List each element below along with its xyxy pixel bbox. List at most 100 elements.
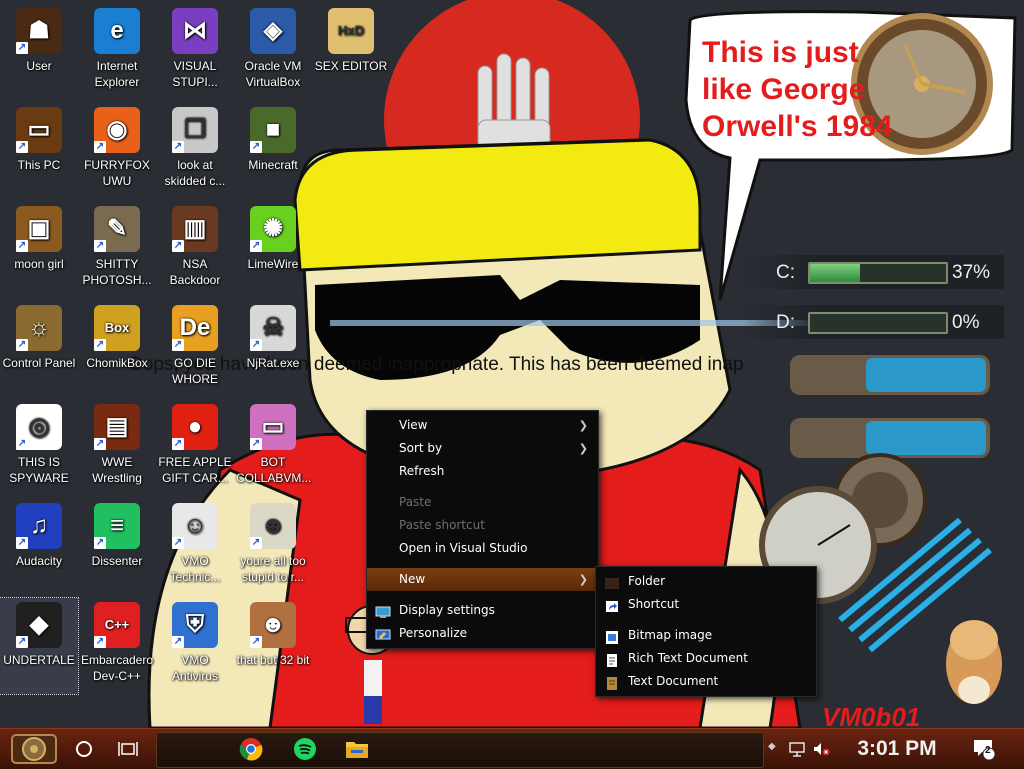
desktop-icon-minecraft[interactable]: ■ ↗ Minecraft bbox=[234, 103, 312, 199]
new-item-folder[interactable]: Folder bbox=[596, 570, 816, 593]
network-icon bbox=[789, 742, 805, 757]
shortcut-arrow-icon: ↗ bbox=[16, 636, 28, 648]
display-settings-icon bbox=[375, 604, 391, 618]
desktop-icon-label: THIS IS SPYWARE bbox=[9, 455, 69, 485]
desktop-icon-youre-all-too-stupid-to-r[interactable]: ☻ ↗ youre all too stupid to r... bbox=[234, 499, 312, 595]
monitor-icon: ▭ ↗ bbox=[250, 404, 296, 450]
desktop-icon-oracle-vm-virtualbox[interactable]: ◈ Oracle VM VirtualBox bbox=[234, 4, 312, 100]
menu-item-view[interactable]: View ❯ bbox=[367, 414, 598, 437]
network-tray[interactable] bbox=[786, 733, 808, 765]
action-center-button[interactable]: 2 bbox=[966, 733, 1002, 765]
desktop-icon-label: VISUAL STUPI... bbox=[172, 59, 218, 89]
desktop-icon-undertale[interactable]: ◆ ↗ UNDERTALE bbox=[0, 597, 79, 695]
menu-item-label: View bbox=[399, 418, 428, 432]
shield-icon: ⛨ ↗ bbox=[172, 602, 218, 648]
desktop-icon-vmo-technic[interactable]: ☺ ↗ VMO Technic... bbox=[156, 499, 234, 595]
desktop-icon-audacity[interactable]: ♫ ↗ Audacity bbox=[0, 499, 78, 595]
clock[interactable]: 3:01 PM bbox=[842, 734, 952, 764]
desktop-icon-shitty-photosh[interactable]: ✎ ↗ SHITTY PHOTOSH... bbox=[78, 202, 156, 298]
desktop-icon-that-but-32-bit[interactable]: ☻ ↗ that but 32 bit bbox=[234, 598, 312, 694]
desktop-icon-sex-editor[interactable]: HxD SEX EDITOR bbox=[312, 4, 390, 100]
desktop-icon-dissenter[interactable]: ≡ ↗ Dissenter bbox=[78, 499, 156, 595]
new-item-shortcut[interactable]: Shortcut bbox=[596, 593, 816, 616]
desktop-icon-label: User bbox=[26, 59, 52, 73]
menu-item-label: Folder bbox=[628, 574, 666, 588]
desktop-icon-user[interactable]: ☗ ↗ User bbox=[0, 4, 78, 100]
chrome-icon: ◎ ↗ bbox=[16, 404, 62, 450]
shortcut-arrow-icon: ↗ bbox=[172, 339, 184, 351]
moon-girl-icon: ▣ ↗ bbox=[16, 206, 62, 252]
menu-item-label: New bbox=[399, 572, 426, 586]
minecraft-icon: ■ ↗ bbox=[250, 107, 296, 153]
menu-separator bbox=[367, 591, 598, 599]
start-button[interactable] bbox=[6, 733, 62, 765]
this-pc-icon: ▭ ↗ bbox=[16, 107, 62, 153]
shortcut-arrow-icon: ↗ bbox=[16, 537, 28, 549]
menu-item-new[interactable]: New ❯ bbox=[367, 568, 598, 591]
submenu-arrow-icon: ❯ bbox=[578, 419, 588, 432]
taskbar-spotify[interactable] bbox=[288, 733, 322, 765]
desktop-icon-njrat-exe[interactable]: ☠ ↗ NjRat.exe bbox=[234, 301, 312, 397]
submenu-arrow-icon: ❯ bbox=[578, 442, 588, 455]
task-view-button[interactable] bbox=[112, 733, 144, 765]
desktop-icon-this-pc[interactable]: ▭ ↗ This PC bbox=[0, 103, 78, 199]
menu-item-label: Refresh bbox=[399, 464, 445, 478]
new-submenu: Folder Shortcut Bitmap image Rich Text Docu… bbox=[595, 566, 817, 697]
menu-item-open-in-visual-studio[interactable]: Open in Visual Studio bbox=[367, 537, 598, 560]
desktop-icon-label: UNDERTALE bbox=[3, 653, 75, 667]
drive-meter-c: C: 37% bbox=[742, 255, 1004, 289]
desktop-icon-look-at-skidded-c[interactable]: ❐ ↗ look at skidded c... bbox=[156, 103, 234, 199]
steampunk-start-icon bbox=[11, 734, 57, 764]
tray-chevron[interactable]: ◆ bbox=[768, 737, 778, 757]
taskbar-file-explorer[interactable] bbox=[340, 733, 374, 765]
desktop-icon-this-is-spyware[interactable]: ◎ ↗ THIS IS SPYWARE bbox=[0, 400, 78, 496]
shortcut-arrow-icon: ↗ bbox=[250, 141, 262, 153]
search-button[interactable] bbox=[68, 733, 100, 765]
submenu-arrow-icon: ❯ bbox=[578, 573, 588, 586]
virtualbox-icon: ◈ bbox=[250, 8, 296, 54]
doctor-icon: ☺ ↗ bbox=[172, 503, 218, 549]
new-item-bitmap-image[interactable]: Bitmap image bbox=[596, 624, 816, 647]
desktop-icon-embarcadero-dev-c[interactable]: C++ ↗ Embarcadero Dev-C++ bbox=[78, 598, 156, 694]
desktop-icon-control-panel[interactable]: ☼ ↗ Control Panel bbox=[0, 301, 78, 397]
menu-separator bbox=[367, 483, 598, 491]
desktop-icon-label: Minecraft bbox=[248, 158, 298, 172]
shortcut-arrow-icon: ↗ bbox=[172, 240, 184, 252]
taskbar: ◆ 3:01 PM 2 bbox=[0, 728, 1024, 769]
desktop-icon-free-apple-gift-car[interactable]: ● ↗ FREE APPLE GIFT CAR... bbox=[156, 400, 234, 496]
desktop-icon-nsa-backdoor[interactable]: ▥ ↗ NSA Backdoor bbox=[156, 202, 234, 298]
desktop-icon-vmo-antivirus[interactable]: ⛨ ↗ VMO Antivirus bbox=[156, 598, 234, 694]
desktop-icon-bot-collabvm[interactable]: ▭ ↗ BOT COLLABVM... bbox=[234, 400, 312, 496]
portrait-icon: ☻ ↗ bbox=[250, 503, 296, 549]
menu-item-label: Paste shortcut bbox=[399, 518, 485, 532]
desktop-icon-go-die-whore[interactable]: De ↗ GO DIE WHORE bbox=[156, 301, 234, 397]
desktop-icon-label: FURRYFOX UWU bbox=[84, 158, 150, 188]
desktop[interactable]: This is just like George Orwell's 1984 O… bbox=[0, 0, 1024, 728]
control-panel-icon: ☼ ↗ bbox=[16, 305, 62, 351]
desktop-icon-chomikbox[interactable]: Box ↗ ChomikBox bbox=[78, 301, 156, 397]
shortcut-arrow-icon: ↗ bbox=[94, 537, 106, 549]
new-item-rich-text-document[interactable]: Rich Text Document bbox=[596, 647, 816, 670]
desktop-icon-label: Embarcadero Dev-C++ bbox=[80, 653, 154, 683]
desktop-icon-wwe-wrestling[interactable]: ▤ ↗ WWE Wrestling bbox=[78, 400, 156, 496]
shortcut-arrow-icon: ↗ bbox=[94, 636, 106, 648]
volume-tray[interactable] bbox=[810, 733, 832, 765]
apple-icon: ● ↗ bbox=[172, 404, 218, 450]
menu-item-sort-by[interactable]: Sort by ❯ bbox=[367, 437, 598, 460]
desktop-icon-internet-explorer[interactable]: e Internet Explorer bbox=[78, 4, 156, 100]
shortcut-arrow-icon: ↗ bbox=[172, 537, 184, 549]
menu-item-display-settings[interactable]: Display settings bbox=[367, 599, 598, 622]
menu-item-personalize[interactable]: Personalize bbox=[367, 622, 598, 645]
desktop-icon-limewire[interactable]: ✺ ↗ LimeWire bbox=[234, 202, 312, 298]
new-item-text-document[interactable]: Text Document bbox=[596, 670, 816, 693]
drive-letter: C: bbox=[776, 262, 795, 283]
menu-item-label: Paste bbox=[399, 495, 432, 509]
desktop-icon-furryfox-uwu[interactable]: ◉ ↗ FURRYFOX UWU bbox=[78, 103, 156, 199]
hex-editor-icon: HxD bbox=[328, 8, 374, 54]
user-icon: ☗ ↗ bbox=[16, 8, 62, 54]
desktop-icon-moon-girl[interactable]: ▣ ↗ moon girl bbox=[0, 202, 78, 298]
desktop-icon-visual-stupi[interactable]: ⋈ VISUAL STUPI... bbox=[156, 4, 234, 100]
menu-item-refresh[interactable]: Refresh bbox=[367, 460, 598, 483]
shortcut-arrow-icon: ↗ bbox=[172, 636, 184, 648]
taskbar-chrome[interactable] bbox=[234, 733, 268, 765]
